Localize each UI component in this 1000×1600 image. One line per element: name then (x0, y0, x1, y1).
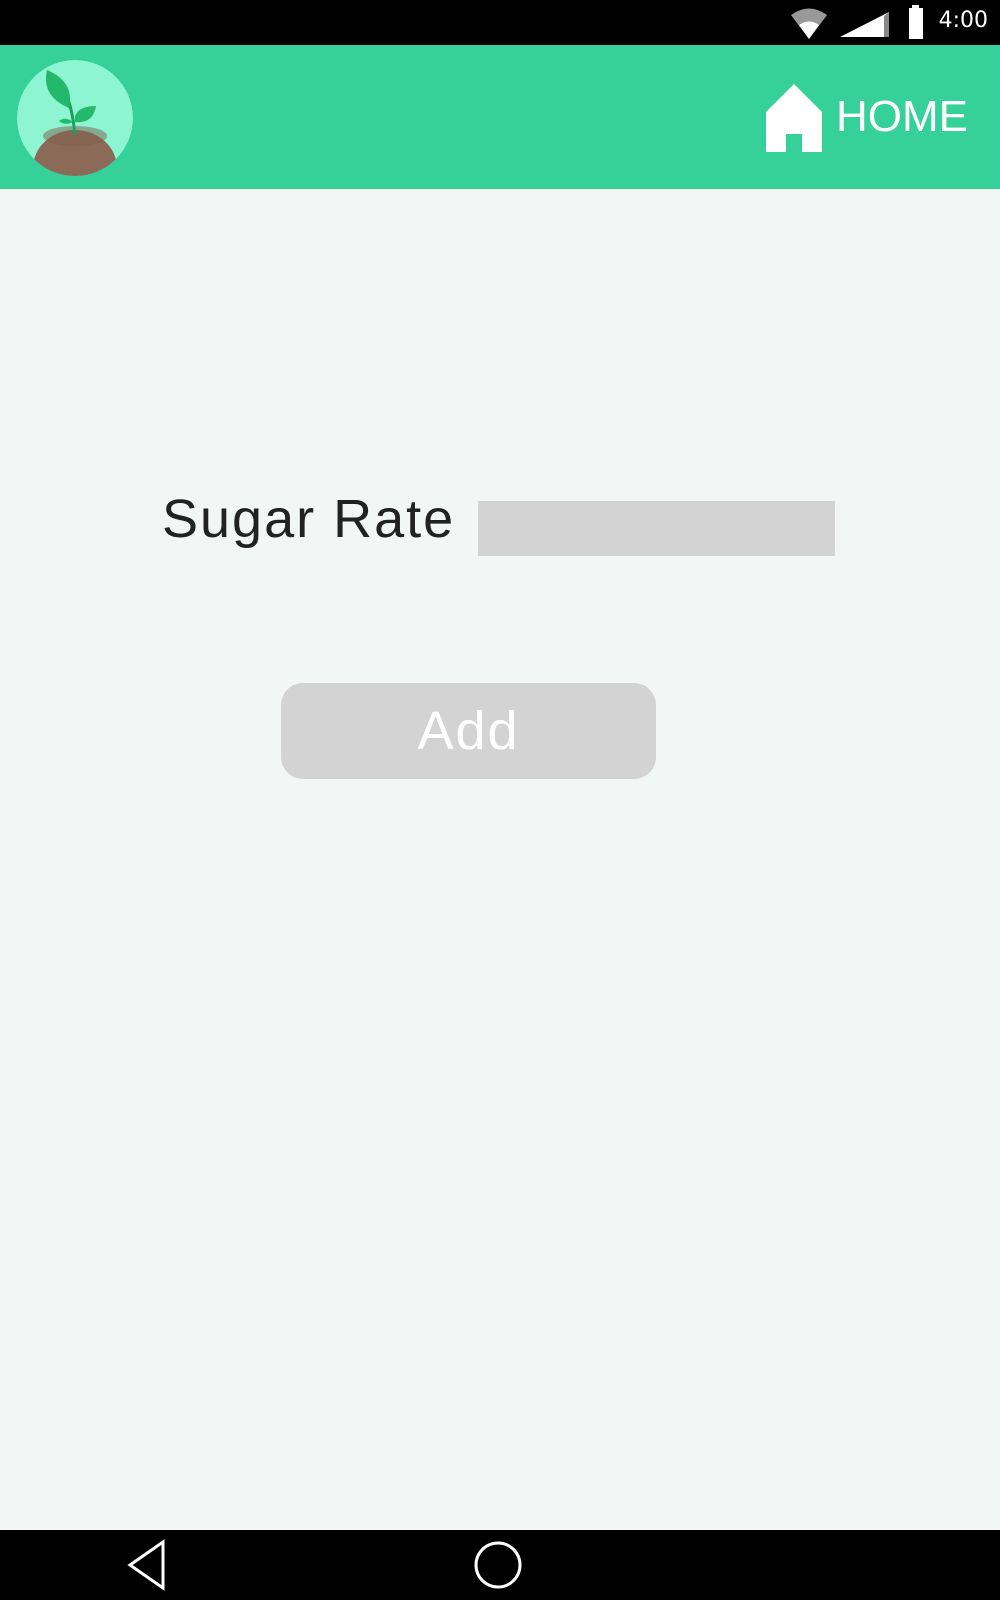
home-icon (766, 84, 822, 152)
plant-logo-icon (17, 60, 133, 176)
home-button[interactable]: HOME (766, 77, 968, 157)
app-bar: HOME (0, 45, 1000, 189)
sugar-rate-label: Sugar Rate (162, 489, 456, 549)
sugar-rate-input[interactable] (478, 501, 835, 556)
nav-bar (0, 1530, 1000, 1600)
home-label: HOME (836, 92, 968, 141)
battery-icon (909, 5, 923, 39)
back-icon[interactable] (125, 1539, 169, 1591)
status-bar: 4:00 (0, 0, 1000, 45)
home-circle-icon[interactable] (473, 1540, 523, 1590)
cell-signal-icon (840, 12, 889, 37)
add-button[interactable]: Add (281, 683, 656, 779)
main-content: Sugar Rate Add (0, 189, 1000, 1530)
status-time: 4:00 (938, 8, 988, 33)
wifi-icon (791, 8, 827, 39)
